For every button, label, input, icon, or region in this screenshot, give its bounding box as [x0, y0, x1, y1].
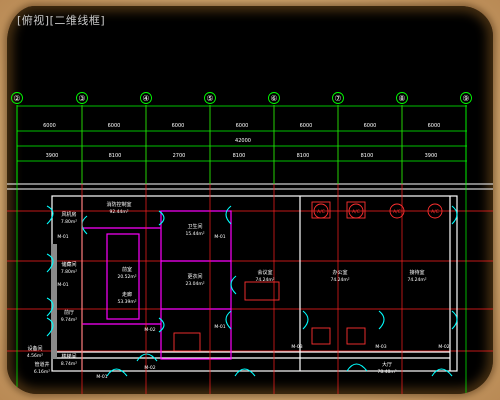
room-name: 接待室: [409, 269, 424, 276]
room-name: 管道井: [34, 361, 49, 368]
room-name: 设备间: [27, 345, 42, 352]
room-name: 楼梯间: [61, 353, 76, 360]
dimension-top-label: 6000: [108, 123, 121, 129]
axis-bubble-label: ③: [78, 94, 85, 103]
room-area: 7.80m²: [61, 269, 77, 275]
cad-viewport[interactable]: [俯视][二维线框] ② ③ ④ ⑤ ⑥ ⑦ ⑧ ⑨ 6000 6000 600…: [7, 6, 493, 394]
floor-plan-drawing[interactable]: ② ③ ④ ⑤ ⑥ ⑦ ⑧ ⑨ 6000 6000 6000 6000 6000 6000 6000 420…: [7, 6, 493, 394]
room-area: 23.04m²: [185, 281, 204, 287]
axis-bubble-label: ⑨: [462, 94, 469, 103]
dimension-top-label: 6000: [43, 123, 56, 129]
parchment-frame: [俯视][二维线框] ② ③ ④ ⑤ ⑥ ⑦ ⑧ ⑨ 6000 6000 600…: [0, 0, 500, 400]
axis-bubble-label: ⑧: [398, 94, 405, 103]
room-name: 办公室: [332, 269, 347, 276]
fixture-tag: A/C: [393, 209, 401, 215]
door-tag: M-02: [144, 365, 155, 371]
room-area: 20.52m²: [117, 274, 136, 280]
dimension-second-label: 8100: [233, 153, 246, 159]
axis-bubble-label: ②: [13, 94, 20, 103]
room-name: 前厅: [64, 309, 74, 316]
door-tag: M-01: [96, 374, 107, 380]
upper-wall-band: [7, 183, 493, 190]
room-area: 74.24m²: [407, 277, 426, 283]
door-tag: M-01: [214, 324, 225, 330]
dimension-second-label: 8100: [361, 153, 374, 159]
dimension-second-label: 2700: [173, 153, 186, 159]
door-swings: [46, 205, 458, 377]
room-area: 74.24m²: [330, 277, 349, 283]
dimension-top-label: 6000: [236, 123, 249, 129]
room-labels: 风机房7.80m²储藏间7.80m²前厅9.74m²消防控制室92.44m²楼梯…: [27, 201, 427, 375]
door-tag: M-03: [375, 344, 386, 350]
dimension-top-label: 6000: [300, 123, 313, 129]
room-area: 78.48m²: [377, 369, 396, 375]
axis-bubble-label: ⑤: [206, 94, 213, 103]
dimension-top-label: 6000: [172, 123, 185, 129]
axis-bubble-label: ⑦: [334, 94, 341, 103]
dimension-second-label: 3900: [425, 153, 438, 159]
fixture-boxes: [173, 201, 366, 352]
room-area: 4.56m²: [27, 353, 43, 359]
door-tag: M-01: [57, 282, 68, 288]
door-tag: M-03: [291, 344, 302, 350]
room-name: 消防控制室: [106, 201, 131, 208]
room-area: 9.74m²: [61, 317, 77, 323]
dimension-top-label: 6000: [428, 123, 441, 129]
room-name: 大厅: [382, 361, 392, 368]
building-walls: [51, 195, 458, 372]
door-tag: M-02: [144, 327, 155, 333]
room-area: 8.74m²: [61, 361, 77, 367]
dimension-second-label: 3900: [46, 153, 59, 159]
door-tag: M-01: [57, 234, 68, 240]
room-name: 前室: [122, 266, 132, 273]
dimension-labels: 6000 6000 6000 6000 6000 6000 6000 42000 3900 810…: [43, 123, 440, 159]
fixture-tag: A/C: [317, 209, 325, 215]
room-name: 会议室: [257, 269, 272, 276]
room-name: 走廊: [122, 291, 132, 298]
fixture-tag: A/C: [431, 209, 439, 215]
axis-bubble-label: ⑥: [270, 94, 277, 103]
fixture-tag: A/C: [352, 209, 360, 215]
door-tag: M-01: [214, 234, 225, 240]
room-name: 更衣间: [187, 273, 202, 280]
dimension-second-label: 8100: [109, 153, 122, 159]
dimension-second-label: 8100: [297, 153, 310, 159]
room-area: 92.44m²: [109, 209, 128, 215]
room-name: 储藏间: [61, 261, 76, 268]
room-name: 卫生间: [187, 223, 202, 230]
room-area: 6.16m²: [34, 369, 50, 375]
dimension-overall-label: 42000: [235, 138, 251, 144]
dimension-top-label: 6000: [364, 123, 377, 129]
axis-bubble-label: ④: [142, 94, 149, 103]
room-area: 53.39m²: [117, 299, 136, 305]
room-area: 7.80m²: [61, 219, 77, 225]
partitions: [82, 210, 232, 360]
door-tag: M-02: [438, 344, 449, 350]
room-area: 15.44m²: [185, 231, 204, 237]
room-name: 风机房: [61, 211, 76, 218]
